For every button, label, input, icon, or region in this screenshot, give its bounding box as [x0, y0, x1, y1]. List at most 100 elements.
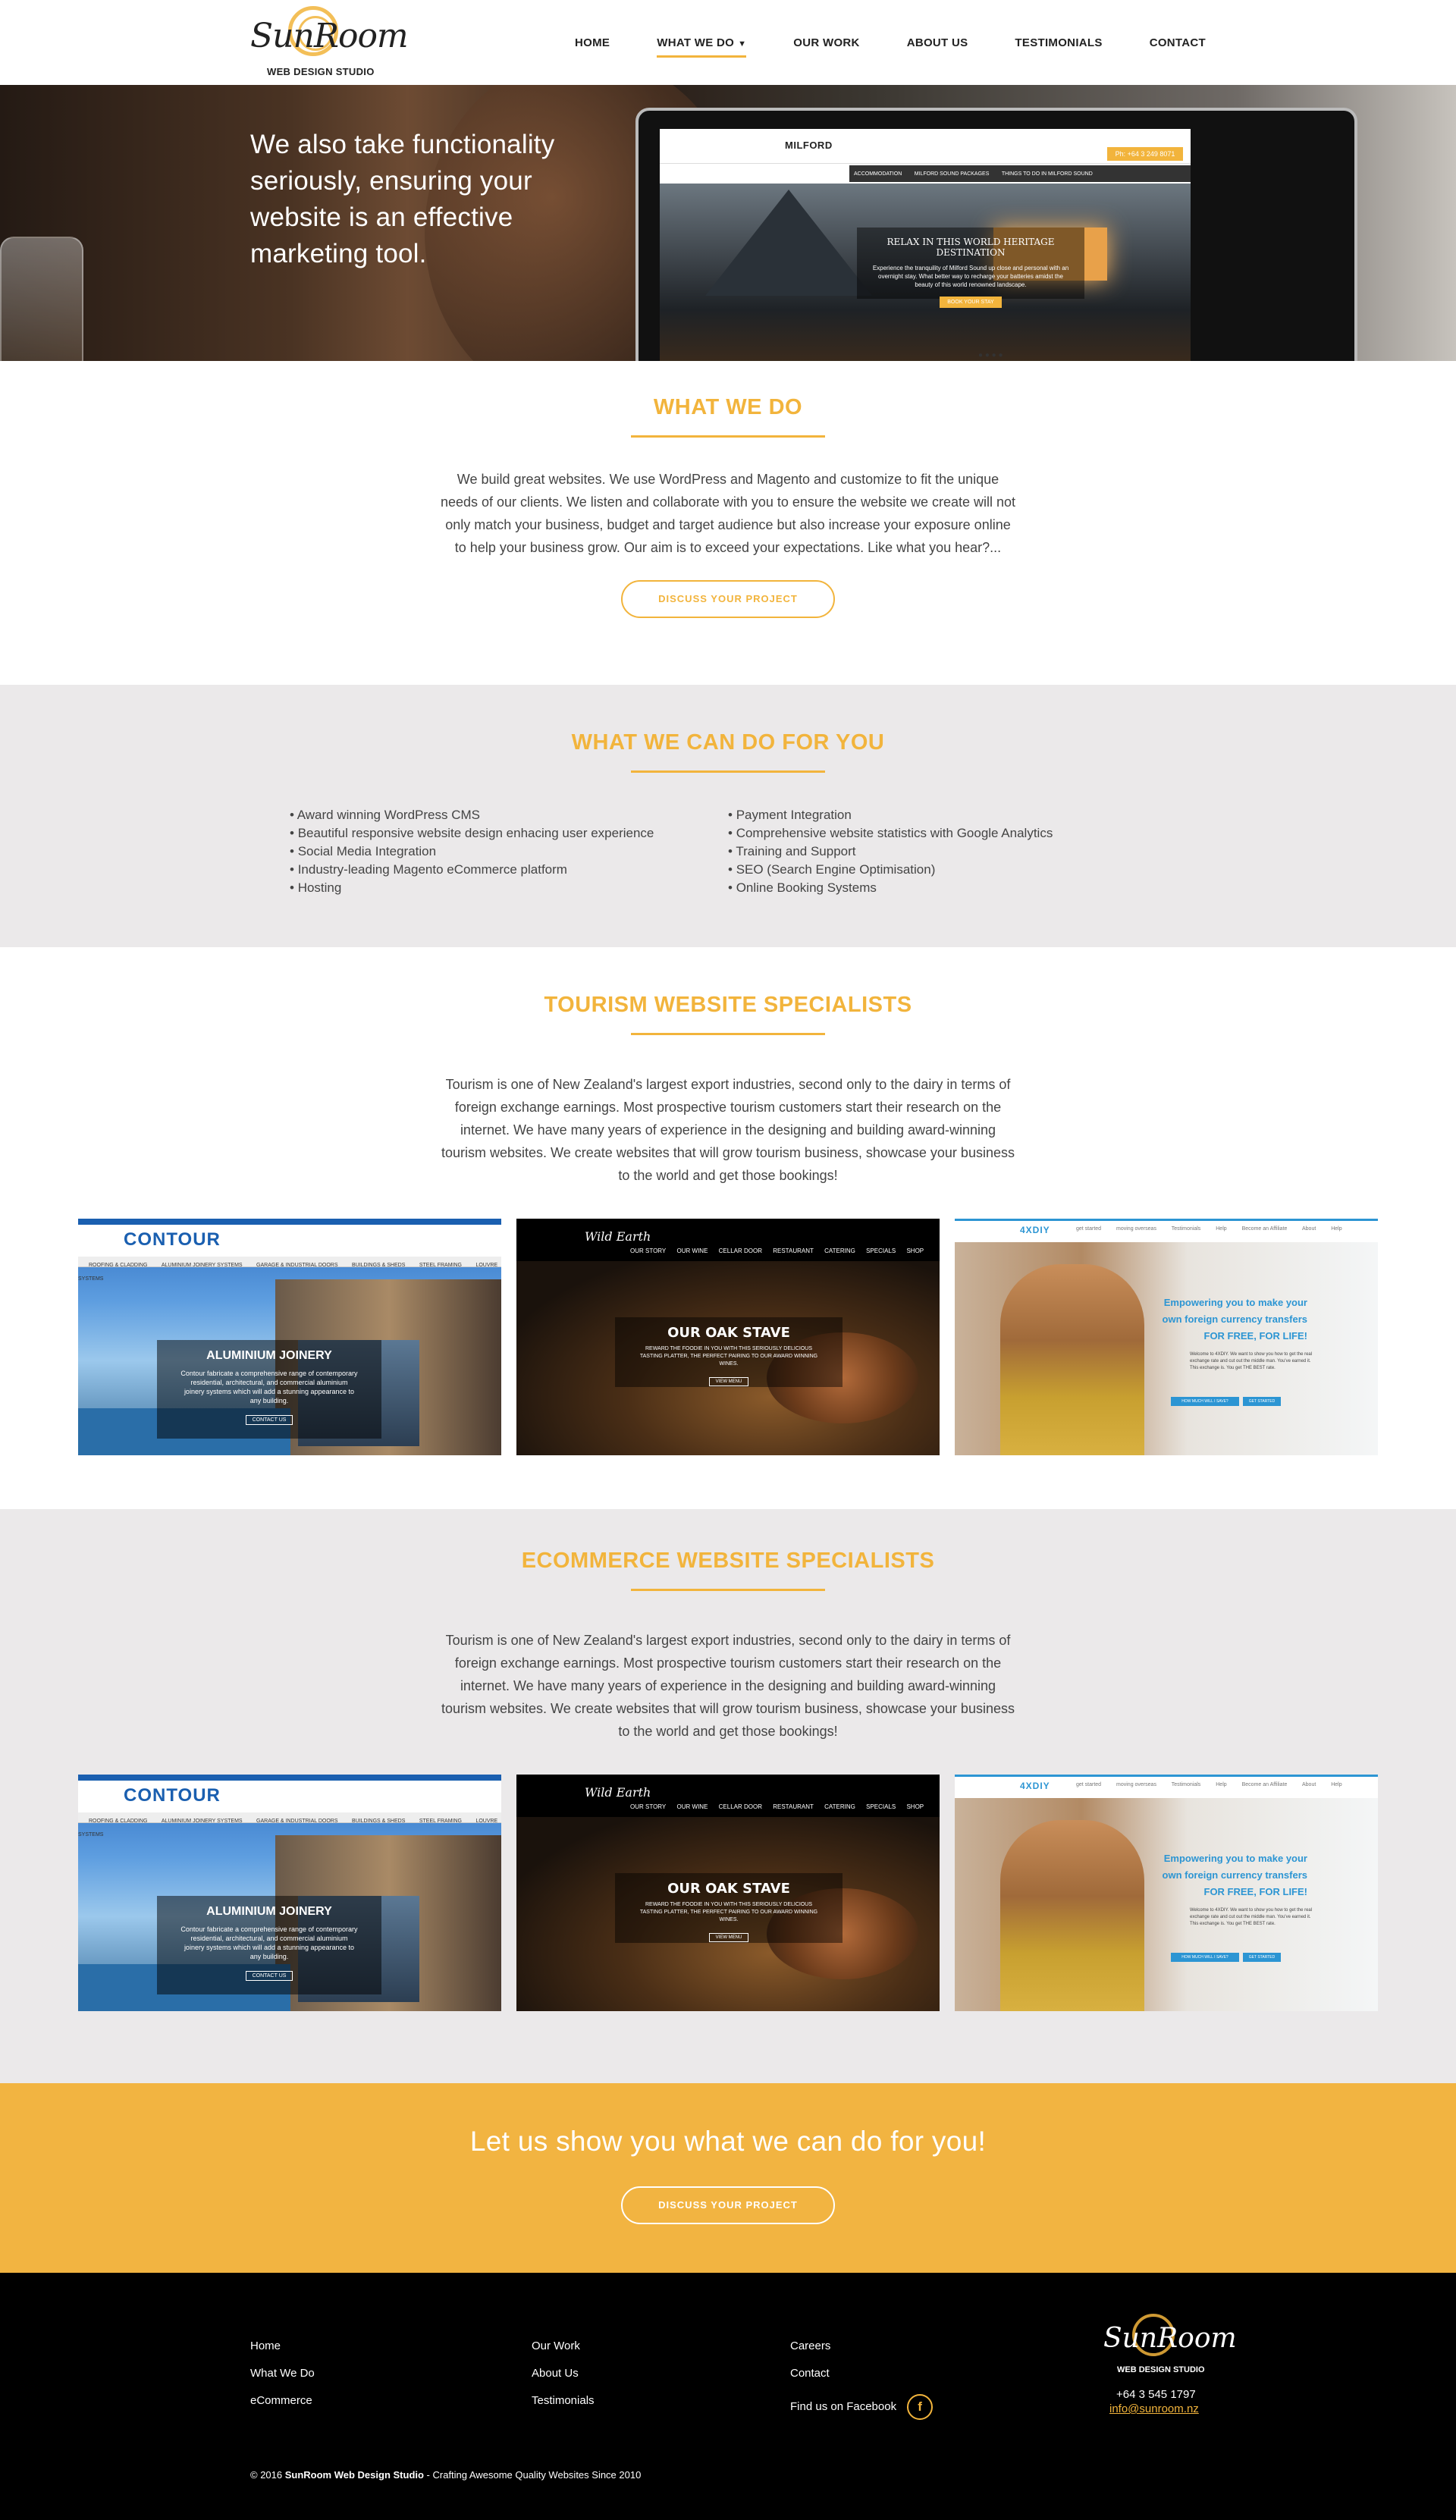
thumb-menu-item: ROOFING & CLADDING [89, 1263, 148, 1268]
what-we-do-section: WHAT WE DO We build great websites. We u… [0, 361, 1456, 685]
ecommerce-gallery: CONTOUR ROOFING & CLADDING ALUMINIUM JOI… [0, 1775, 1456, 2011]
thumb-text: REWARD THE FOODIE IN YOU WITH THIS SERIO… [639, 1902, 818, 1922]
thumb-text: Welcome to 4XDIY. We want to show you ho… [1190, 1352, 1313, 1370]
list-item: Industry-leading Magento eCommerce platf… [290, 861, 728, 879]
facebook-icon[interactable]: f [907, 2394, 934, 2420]
footer-link-home[interactable]: Home [250, 2340, 315, 2352]
list-item: Comprehensive website statistics with Go… [728, 824, 1166, 843]
thumb-button: VIEW MENU [708, 1933, 749, 1942]
nav-home[interactable]: HOME [575, 33, 610, 58]
thumb-menu-item: moving overseas [1116, 1782, 1156, 1787]
screen-caption-text: Experience the tranquility of Milford So… [872, 265, 1069, 288]
hero-photo-glass [0, 237, 83, 361]
footer-link-our-work[interactable]: Our Work [532, 2340, 595, 2352]
thumb-menu-item: Help [1216, 1782, 1227, 1787]
thumb-menu: get started moving overseas Testimonials… [1076, 1226, 1356, 1232]
thumb-button: CONTACT US [245, 1971, 293, 1981]
nav-testimonials[interactable]: TESTIMONIALS [1015, 33, 1102, 58]
thumb-menu-item: Testimonials [1171, 1782, 1201, 1787]
screen-mountain [705, 190, 872, 296]
thumb-menu: ROOFING & CLADDING ALUMINIUM JOINERY SYS… [78, 1257, 501, 1282]
footer-col-1: Home What We Do eCommerce [250, 2340, 315, 2421]
nav-what-we-do-label: WHAT WE DO [657, 36, 735, 49]
tourism-text: Tourism is one of New Zealand's largest … [441, 1077, 1015, 1183]
list-item: Hosting [290, 879, 728, 897]
thumb-button: HOW MUCH WILL I SAVE? [1171, 1397, 1239, 1406]
discuss-project-button[interactable]: DISCUSS YOUR PROJECT [621, 2186, 835, 2224]
title-rule [631, 435, 825, 438]
thumb-header [955, 1777, 1378, 1798]
site-header: SunRoom WEB DESIGN STUDIO HOME WHAT WE D… [0, 0, 1456, 85]
thumb-button: CONTACT US [245, 1415, 293, 1425]
thumb-menu: ROOFING & CLADDING ALUMINIUM JOINERY SYS… [78, 1812, 501, 1837]
logo[interactable]: SunRoom WEB DESIGN STUDIO [250, 6, 409, 82]
list-item: Payment Integration [728, 806, 1166, 824]
discuss-project-button[interactable]: DISCUSS YOUR PROJECT [621, 580, 835, 618]
copyright-pre: © 2016 [250, 2469, 285, 2481]
tourism-section: TOURISM WEBSITE SPECIALISTS Tourism is o… [0, 947, 1456, 1509]
nav-contact[interactable]: CONTACT [1150, 33, 1206, 58]
thumb-heading-line2: FOR FREE, FOR LIFE! [1203, 1330, 1308, 1342]
copyright-brand: SunRoom Web Design Studio [284, 2469, 424, 2481]
thumb-heading-line1: Empowering you to make your own foreign … [1162, 1853, 1307, 1881]
footer-email-link[interactable]: info@sunroom.nz [1109, 2402, 1199, 2415]
services-right: Payment Integration Comprehensive websit… [728, 806, 1166, 897]
screen-menu-item: ACCOMMODATION [854, 171, 902, 177]
list-item: SEO (Search Engine Optimisation) [728, 861, 1166, 879]
tourism-title: TOURISM WEBSITE SPECIALISTS [544, 993, 912, 1017]
ecommerce-section: ECOMMERCE WEBSITE SPECIALISTS Tourism is… [0, 1509, 1456, 2083]
thumb-menu-item: BUILDINGS & SHEDS [351, 1263, 406, 1268]
thumb-menu-item: Become an Affiliate [1241, 1782, 1288, 1787]
portfolio-thumb-4xdiy[interactable]: 4XDIY get started moving overseas Testim… [955, 1775, 1378, 2011]
thumb-menu-item: CATERING [824, 1247, 855, 1254]
thumb-heading-line1: Empowering you to make your own foreign … [1162, 1297, 1307, 1325]
nav-what-we-do[interactable]: WHAT WE DO ▼ [657, 33, 747, 58]
list-item: Social Media Integration [290, 843, 728, 861]
footer-link-about-us[interactable]: About Us [532, 2367, 595, 2380]
thumb-heading: OUR OAK STAVE [667, 1325, 790, 1341]
thumb-text: Welcome to 4XDIY. We want to show you ho… [1190, 1908, 1313, 1926]
title-rule [631, 770, 825, 773]
thumb-logo: Wild Earth [585, 1229, 651, 1244]
thumb-menu-item: ALUMINIUM JOINERY SYSTEMS [161, 1263, 243, 1268]
nav-about-us[interactable]: ABOUT US [907, 33, 968, 58]
thumb-menu-item: get started [1076, 1226, 1102, 1232]
thumb-text: REWARD THE FOODIE IN YOU WITH THIS SERIO… [639, 1346, 818, 1367]
footer-phone: +64 3 545 1797 [1116, 2388, 1196, 2401]
footer-link-contact[interactable]: Contact [790, 2367, 933, 2380]
services-list: Award winning WordPress CMS Beautiful re… [0, 806, 1456, 897]
footer-link-what-we-do[interactable]: What We Do [250, 2367, 315, 2380]
main-nav: HOME WHAT WE DO ▼ OUR WORK ABOUT US TESTI… [528, 33, 1206, 58]
services-left: Award winning WordPress CMS Beautiful re… [290, 806, 728, 897]
portfolio-thumb-contour[interactable]: CONTOUR ROOFING & CLADDING ALUMINIUM JOI… [78, 1219, 501, 1455]
thumb-menu-item: OUR WINE [676, 1803, 708, 1810]
thumb-menu-item: SHOP [906, 1247, 924, 1254]
laptop-screen: MILFORD Ph: +64 3 249 8071 ACCOMMODATION… [660, 129, 1191, 361]
footer-link-facebook[interactable]: Find us on Facebook f [790, 2394, 934, 2420]
footer-link-testimonials[interactable]: Testimonials [532, 2394, 595, 2407]
title-rule [631, 1589, 825, 1591]
copyright: © 2016 SunRoom Web Design Studio - Craft… [250, 2469, 641, 2481]
portfolio-thumb-contour[interactable]: CONTOUR ROOFING & CLADDING ALUMINIUM JOI… [78, 1775, 501, 2011]
copyright-post: - Crafting Awesome Quality Websites Sinc… [423, 2469, 642, 2481]
thumb-menu-item: About [1301, 1226, 1316, 1232]
thumb-menu-item: CELLAR DOOR [718, 1803, 762, 1810]
screen-slider-dots: ● ● ● ● [978, 351, 1003, 359]
thumb-menu: get started moving overseas Testimonials… [1076, 1782, 1356, 1787]
thumb-menu-item: ALUMINIUM JOINERY SYSTEMS [161, 1819, 243, 1824]
thumb-menu-item: SHOP [906, 1803, 924, 1810]
portfolio-thumb-wild-earth[interactable]: Wild Earth OUR STORY OUR WINE CELLAR DOO… [516, 1775, 940, 2011]
footer-logo[interactable]: SunRoom WEB DESIGN STUDIO [1103, 2314, 1237, 2382]
thumb-menu-item: Become an Affiliate [1241, 1226, 1288, 1232]
footer-logo-word: SunRoom [1103, 2323, 1237, 2354]
footer-link-careers[interactable]: Careers [790, 2340, 933, 2352]
thumb-menu-item: Help [1331, 1226, 1342, 1232]
list-item: Online Booking Systems [728, 879, 1166, 897]
footer-link-ecommerce[interactable]: eCommerce [250, 2394, 315, 2407]
portfolio-thumb-4xdiy[interactable]: 4XDIY get started moving overseas Testim… [955, 1219, 1378, 1455]
title-rule [631, 1033, 825, 1035]
thumb-menu-item: STEEL FRAMING [419, 1819, 462, 1824]
thumb-button: VIEW MENU [708, 1377, 749, 1386]
portfolio-thumb-wild-earth[interactable]: Wild Earth OUR STORY OUR WINE CELLAR DOO… [516, 1219, 940, 1455]
nav-our-work[interactable]: OUR WORK [793, 33, 859, 58]
